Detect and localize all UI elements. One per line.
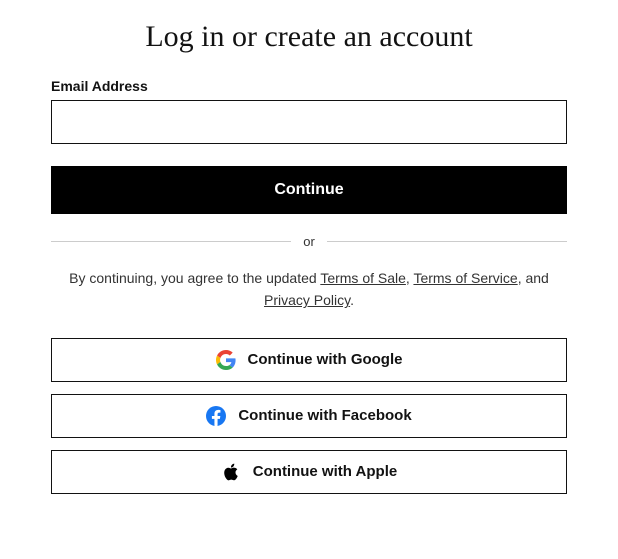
login-form: Log in or create an account Email Addres…	[35, 20, 583, 494]
terms-of-sale-link[interactable]: Terms of Sale	[320, 270, 406, 286]
continue-button[interactable]: Continue	[51, 166, 567, 214]
facebook-icon	[206, 406, 226, 426]
terms-sep2: , and	[518, 270, 549, 286]
privacy-policy-link[interactable]: Privacy Policy	[264, 292, 350, 308]
google-button-label: Continue with Google	[248, 351, 403, 368]
continue-with-google-button[interactable]: Continue with Google	[51, 338, 567, 382]
facebook-button-label: Continue with Facebook	[238, 407, 411, 424]
terms-text: By continuing, you agree to the updated …	[51, 267, 567, 312]
terms-prefix: By continuing, you agree to the updated	[69, 270, 320, 286]
terms-of-service-link[interactable]: Terms of Service	[413, 270, 517, 286]
terms-suffix: .	[350, 292, 354, 308]
apple-button-label: Continue with Apple	[253, 463, 397, 480]
google-icon	[216, 350, 236, 370]
continue-with-facebook-button[interactable]: Continue with Facebook	[51, 394, 567, 438]
apple-icon	[221, 462, 241, 482]
continue-with-apple-button[interactable]: Continue with Apple	[51, 450, 567, 494]
divider-text: or	[291, 234, 327, 249]
divider: or	[51, 234, 567, 249]
page-title: Log in or create an account	[51, 20, 567, 54]
email-field[interactable]	[51, 100, 567, 144]
email-label: Email Address	[51, 78, 567, 94]
